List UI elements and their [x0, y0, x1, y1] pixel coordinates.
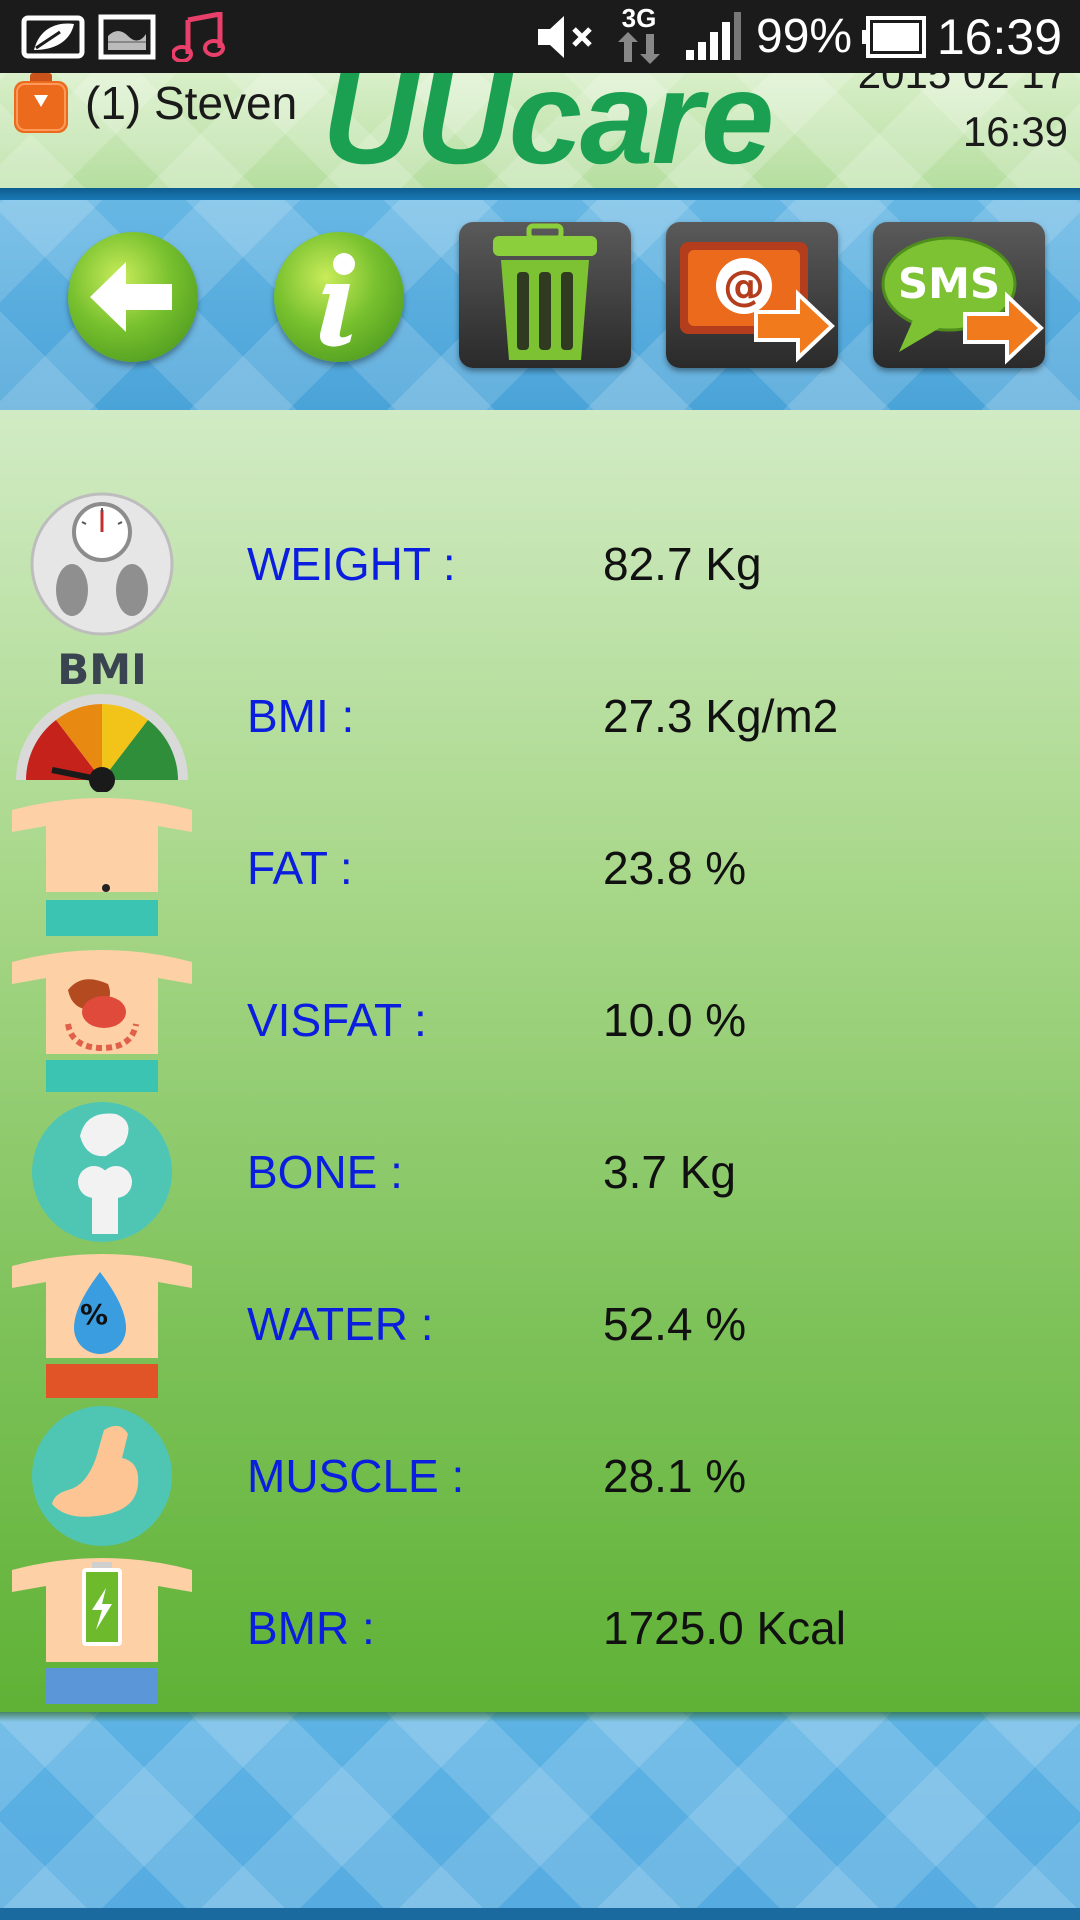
toolbar: @ SMS	[0, 200, 1080, 410]
header-divider	[0, 188, 1080, 200]
body-fat-icon	[12, 798, 192, 936]
measurement-value-bmr: 1725.0 Kcal	[603, 1602, 846, 1654]
battery-percent: 99%	[756, 10, 853, 63]
app-logo: UUcare	[322, 73, 774, 188]
email-button[interactable]: @	[666, 222, 838, 368]
footer	[0, 1712, 1080, 1920]
app-header: (1) Steven UUcare 2015 02 17 16:39	[0, 73, 1080, 188]
measurement-label-weight: WEIGHT :	[247, 538, 456, 590]
data-arrows-icon	[618, 32, 660, 64]
back-button[interactable]	[68, 232, 198, 362]
measurement-value-bmi: 27.3 Kg/m2	[603, 690, 839, 742]
measurement-value-visfat: 10.0 %	[603, 994, 747, 1046]
measurement-label-visfat: VISFAT :	[247, 994, 427, 1046]
measurement-list: WEIGHT : 82.7 Kg BMI BMI : 27.3 Kg/m2 FA…	[0, 410, 1080, 1712]
measurement-row-muscle: MUSCLE : 28.1 %	[0, 1400, 1080, 1552]
email-at-glyph: @	[723, 261, 765, 310]
muscle-arm-icon	[32, 1406, 172, 1546]
status-clock: 16:39	[936, 9, 1062, 65]
measurement-row-water: % WATER : 52.4 %	[0, 1248, 1080, 1400]
measurement-label-water: WATER :	[247, 1298, 434, 1350]
bmi-gauge-icon: BMI	[16, 645, 188, 792]
header-time: 16:39	[962, 108, 1068, 155]
measurement-value-bone: 3.7 Kg	[603, 1146, 736, 1198]
delete-button[interactable]	[459, 222, 631, 368]
arrow-left-icon	[90, 262, 172, 332]
bone-icon	[32, 1102, 172, 1242]
measurement-row-weight: WEIGHT : 82.7 Kg	[0, 488, 1080, 640]
water-percent-glyph: %	[80, 1298, 108, 1331]
email-send-icon: @	[680, 242, 835, 363]
header-date: 2015 02 17	[857, 73, 1068, 97]
sms-send-icon: SMS	[881, 236, 1044, 365]
info-icon	[320, 253, 355, 347]
battery-icon	[862, 16, 926, 58]
measurement-row-bmr: BMR : 1725.0 Kcal	[0, 1552, 1080, 1704]
gallery-notification-icon	[98, 14, 156, 60]
measurement-value-muscle: 28.1 %	[603, 1450, 747, 1502]
measurement-label-bmi: BMI :	[247, 690, 355, 742]
measurement-label-fat: FAT :	[247, 842, 353, 894]
visceral-fat-icon	[12, 950, 192, 1092]
network-type-label: 3G	[621, 3, 657, 33]
status-bar: 3G 99% 16:39	[0, 0, 1080, 73]
measurement-row-bmi: BMI BMI : 27.3 Kg/m2	[0, 640, 1080, 792]
music-note-icon	[172, 12, 225, 62]
info-button[interactable]	[274, 232, 404, 362]
bmi-gauge-text: BMI	[57, 645, 146, 694]
sms-label: SMS	[898, 259, 1000, 308]
body-water-icon: %	[12, 1254, 192, 1398]
muted-speaker-icon	[538, 16, 592, 58]
sms-button[interactable]: SMS	[873, 222, 1045, 368]
footer-bottom-bar	[0, 1908, 1080, 1920]
measurement-row-visfat: VISFAT : 10.0 %	[0, 944, 1080, 1096]
footer-shadow	[0, 1712, 1080, 1722]
scale-icon	[30, 492, 174, 636]
measurement-label-muscle: MUSCLE :	[247, 1450, 465, 1502]
leaf-notification-icon	[21, 15, 85, 59]
measurement-label-bone: BONE :	[247, 1146, 403, 1198]
measurement-row-fat: FAT : 23.8 %	[0, 792, 1080, 944]
screen: 3G 99% 16:39 (1) Steven UUcare 2015 02 1…	[0, 0, 1080, 1920]
measurement-value-weight: 82.7 Kg	[603, 538, 762, 590]
trash-can-icon	[493, 223, 597, 360]
measurement-value-fat: 23.8 %	[603, 842, 747, 894]
measurement-value-water: 52.4 %	[603, 1298, 747, 1350]
measurement-row-bone: BONE : 3.7 Kg	[0, 1096, 1080, 1248]
signal-strength-icon	[686, 12, 741, 60]
bmr-battery-icon	[12, 1558, 192, 1704]
measurement-label-bmr: BMR :	[247, 1602, 375, 1654]
user-name[interactable]: (1) Steven	[85, 75, 297, 131]
mobile-data-icon: 3G	[616, 3, 662, 64]
user-scale-icon[interactable]	[12, 73, 70, 135]
